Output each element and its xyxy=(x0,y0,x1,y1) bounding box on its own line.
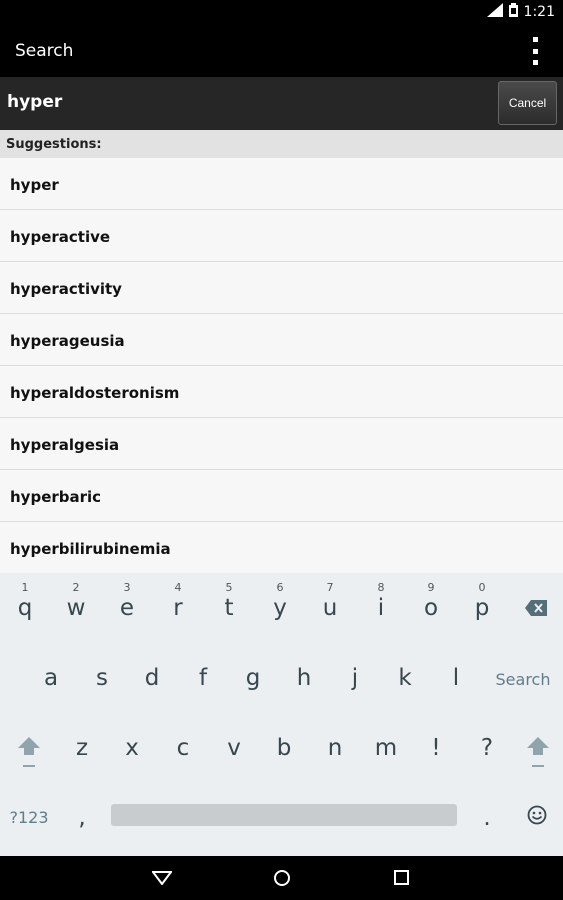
list-item[interactable]: hyperbaric xyxy=(0,470,563,522)
key-d[interactable]: d xyxy=(127,643,177,703)
keyboard: 1q 2w 3e 4r 5t 6y 7u 8i 9o 0p a s d f g … xyxy=(0,573,563,856)
key-l[interactable]: l xyxy=(431,643,481,703)
key-m[interactable]: m xyxy=(361,713,411,773)
shift-icon[interactable] xyxy=(513,713,563,773)
key-h[interactable]: h xyxy=(279,643,329,703)
list-item[interactable]: hyperageusia xyxy=(0,314,563,366)
key-s[interactable]: s xyxy=(77,643,127,703)
key-comma[interactable]: , xyxy=(57,783,107,843)
shift-icon[interactable] xyxy=(4,713,54,773)
emoji-icon[interactable] xyxy=(512,783,562,843)
status-bar: 1:21 xyxy=(0,0,563,25)
status-time: 1:21 xyxy=(523,4,555,20)
key-a[interactable]: a xyxy=(26,643,76,703)
suggestions-header: Suggestions: xyxy=(0,130,563,158)
key-b[interactable]: b xyxy=(259,713,309,773)
key-i[interactable]: 8i xyxy=(356,573,406,633)
key-e[interactable]: 3e xyxy=(102,573,152,633)
list-item[interactable]: hyperactivity xyxy=(0,262,563,314)
search-bar: Cancel xyxy=(0,77,563,130)
key-r[interactable]: 4r xyxy=(153,573,203,633)
search-input[interactable] xyxy=(5,91,489,113)
list-item[interactable]: hyperactive xyxy=(0,210,563,262)
key-q[interactable]: 1q xyxy=(0,573,50,633)
key-n[interactable]: n xyxy=(310,713,360,773)
key-f[interactable]: f xyxy=(178,643,228,703)
key-y[interactable]: 6y xyxy=(255,573,305,633)
signal-icon xyxy=(486,3,503,21)
key-period[interactable]: . xyxy=(462,783,512,843)
page-title: Search xyxy=(15,41,74,61)
suggestions-list: Suggestions: hyper hyperactive hyperacti… xyxy=(0,130,563,573)
key-t[interactable]: 5t xyxy=(204,573,254,633)
more-vert-icon[interactable] xyxy=(531,37,539,65)
key-p[interactable]: 0p xyxy=(457,573,507,633)
action-bar: Search xyxy=(0,25,563,77)
key-x[interactable]: x xyxy=(107,713,157,773)
key-u[interactable]: 7u xyxy=(305,573,355,633)
key-v[interactable]: v xyxy=(209,713,259,773)
space-bar[interactable] xyxy=(111,804,457,826)
key-g[interactable]: g xyxy=(228,643,278,703)
key-k[interactable]: k xyxy=(380,643,430,703)
key-c[interactable]: c xyxy=(158,713,208,773)
navigation-bar xyxy=(0,856,563,900)
list-item[interactable]: hyperaldosteronism xyxy=(0,366,563,418)
cancel-button[interactable]: Cancel xyxy=(498,81,557,125)
key-question[interactable]: ? xyxy=(462,713,512,773)
list-item[interactable]: hyperbilirubinemia xyxy=(0,522,563,573)
keyboard-search-key[interactable]: Search xyxy=(488,643,558,703)
key-w[interactable]: 2w xyxy=(51,573,101,633)
key-o[interactable]: 9o xyxy=(406,573,456,633)
symbols-key[interactable]: ?123 xyxy=(3,783,55,843)
recents-icon[interactable] xyxy=(394,870,409,890)
list-item[interactable]: hyper xyxy=(0,158,563,210)
back-icon[interactable] xyxy=(151,871,173,890)
list-item[interactable]: hyperalgesia xyxy=(0,418,563,470)
backspace-icon[interactable] xyxy=(510,573,560,633)
key-z[interactable]: z xyxy=(57,713,107,773)
home-icon[interactable] xyxy=(273,869,291,892)
key-j[interactable]: j xyxy=(330,643,380,703)
battery-icon xyxy=(508,3,518,21)
key-exclamation[interactable]: ! xyxy=(411,713,461,773)
